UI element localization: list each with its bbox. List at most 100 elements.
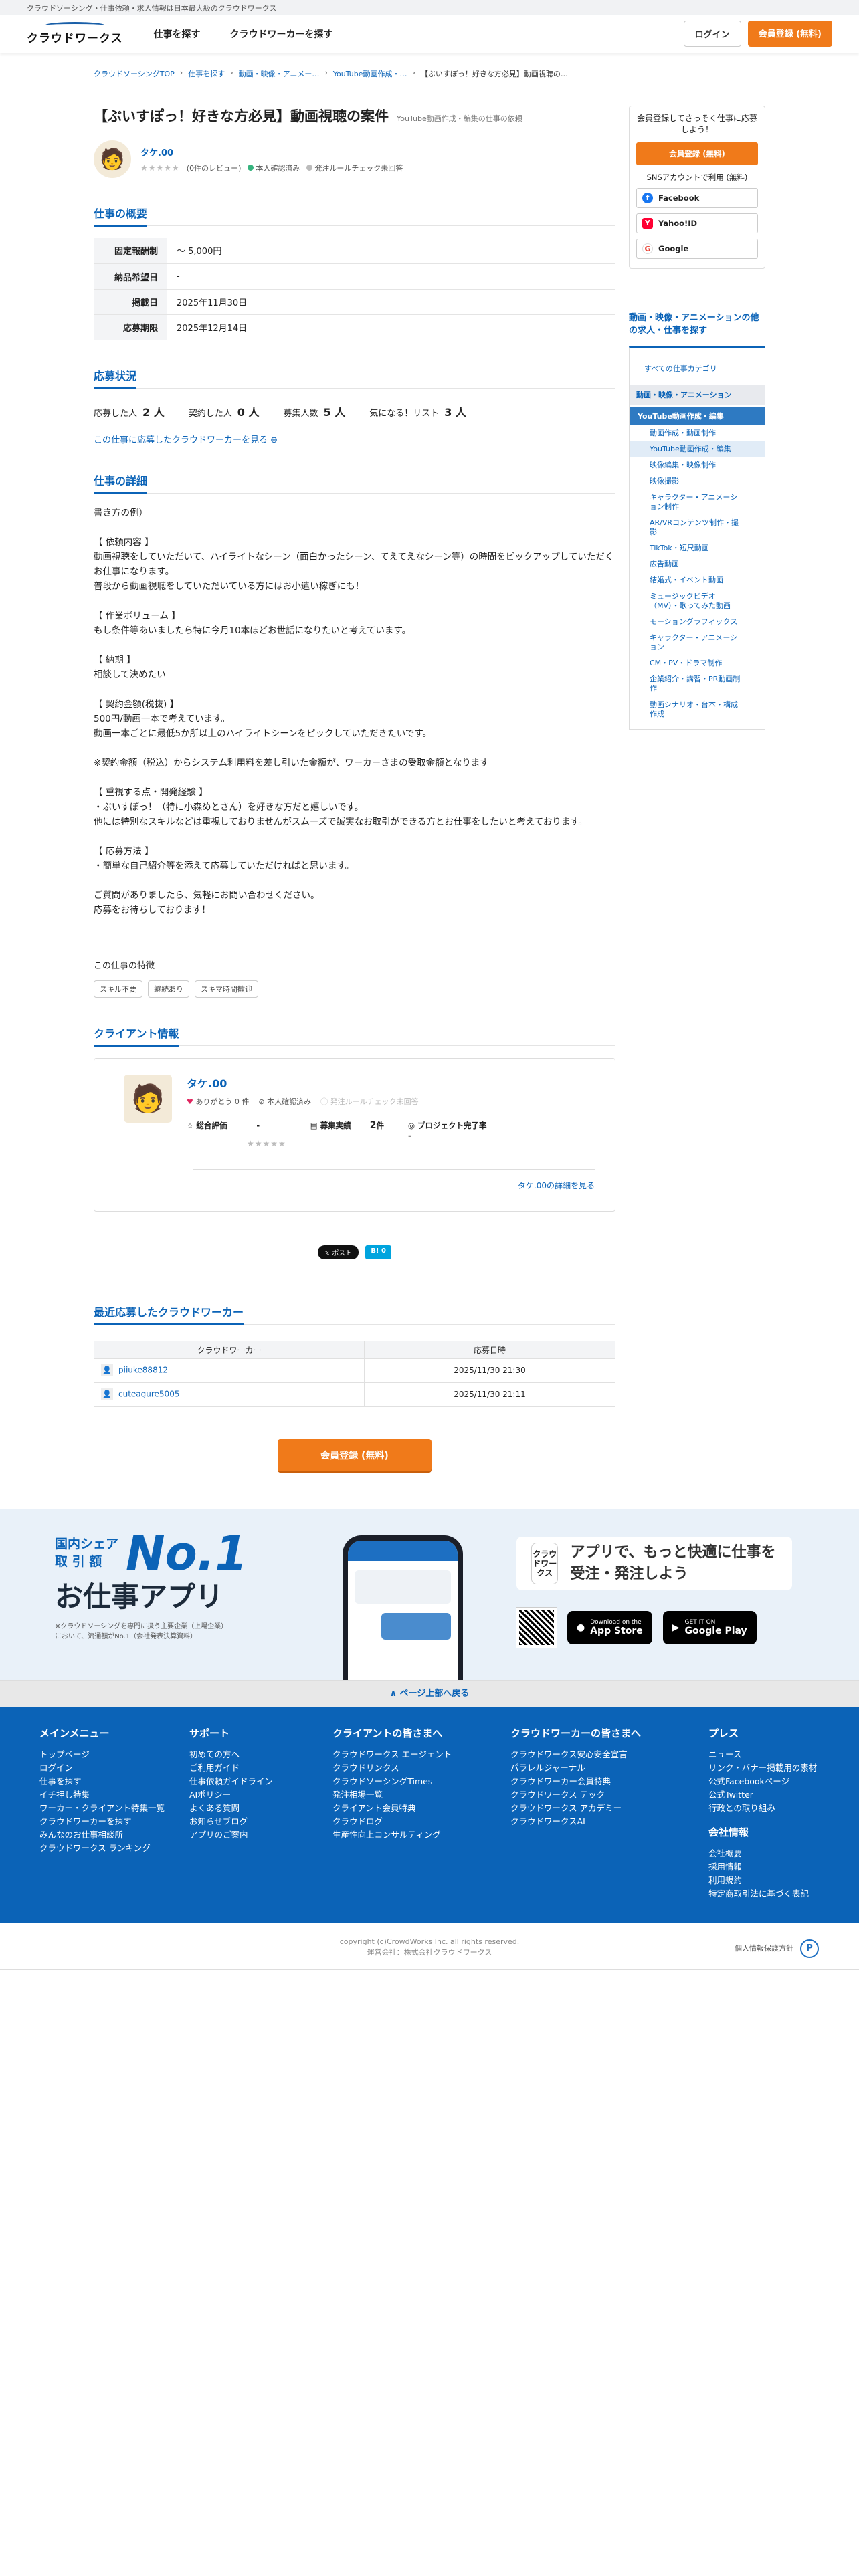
google-play-button[interactable]: ▶ GET IT ON Google Play	[662, 1610, 757, 1644]
category-item[interactable]: キャラクター・アニメーション制作	[630, 490, 765, 515]
client-detail-link[interactable]: タケ.00の詳細を見る	[518, 1180, 595, 1191]
footer-link[interactable]: クラウドソーシングTimes	[332, 1775, 510, 1788]
footer-link[interactable]: 仕事依頼ガイドライン	[189, 1775, 332, 1788]
category-item-current[interactable]: YouTube動画作成・編集	[630, 441, 765, 457]
footer-link[interactable]: 仕事を探す	[39, 1775, 189, 1788]
footer-col-title: サポート	[189, 1727, 230, 1739]
footer-link[interactable]: ご利用ガイド	[189, 1761, 332, 1775]
category-item[interactable]: 動画シナリオ・台本・構成作成	[630, 697, 765, 722]
recent-heading-text: 最近応募したクラウドワーカー	[94, 1303, 244, 1325]
sidebar-register-button[interactable]: 会員登録 (無料)	[636, 142, 758, 165]
footer-link[interactable]: クラウドワークスAI	[510, 1815, 708, 1828]
view-applicants-link[interactable]: この仕事に応募したクラウドワーカーを見る ⊕	[94, 435, 278, 445]
footer-link[interactable]: クラウドワーカーを探す	[39, 1815, 189, 1828]
footer-link[interactable]: みんなのお仕事相談所	[39, 1828, 189, 1842]
record-stat-label: 募集実績	[320, 1120, 351, 1130]
verified-label: 本人確認済み	[256, 163, 300, 173]
detail-heading: 仕事の詳細	[94, 472, 615, 494]
applicant-link[interactable]: cuteagure5005	[118, 1390, 179, 1399]
footer-link[interactable]: 公式Twitter	[708, 1788, 829, 1802]
nav-find-workers[interactable]: クラウドワーカーを探す	[230, 27, 333, 41]
all-categories-link[interactable]: すべての仕事カテゴリ	[630, 363, 765, 374]
footer-link[interactable]: よくある質問	[189, 1802, 332, 1815]
register-button[interactable]: 会員登録 (無料)	[747, 21, 832, 47]
footer-link[interactable]: 利用規約	[708, 1874, 829, 1887]
footer-link[interactable]: イチ押し特集	[39, 1788, 189, 1802]
footer-link[interactable]: アプリのご案内	[189, 1828, 332, 1842]
footer-link[interactable]: クラウドワークス アカデミー	[510, 1802, 708, 1815]
client-avatar[interactable]: 🧑	[94, 140, 131, 178]
footer-link[interactable]: クラウドログ	[332, 1815, 510, 1828]
footer-col-title: クライアントの皆さまへ	[332, 1727, 443, 1739]
category-item[interactable]: 広告動画	[630, 556, 765, 572]
applicant-link[interactable]: piiuke88812	[118, 1366, 168, 1375]
login-button[interactable]: ログイン	[683, 21, 741, 47]
footer-link[interactable]: 初めての方へ	[189, 1748, 332, 1761]
google-login-button[interactable]: G Google	[636, 239, 758, 259]
footer-link[interactable]: トップページ	[39, 1748, 189, 1761]
privacy-link[interactable]: 個人情報保護方針	[735, 1943, 793, 1954]
footer-link[interactable]: クラウドワークス安心安全宣言	[510, 1748, 708, 1761]
category-item[interactable]: ミュージックビデオ（MV）・歌ってみた動画	[630, 588, 765, 614]
footer-link[interactable]: AIポリシー	[189, 1788, 332, 1802]
category-item[interactable]: モーショングラフィックス	[630, 614, 765, 630]
footer-link[interactable]: パラレルジャーナル	[510, 1761, 708, 1775]
footer-link[interactable]: 行政との取り組み	[708, 1802, 829, 1815]
category-item[interactable]: TikTok・短尺動画	[630, 540, 765, 556]
category-item[interactable]: AR/VRコンテンツ制作・撮影	[630, 515, 765, 540]
footer-link[interactable]: 発注相場一覧	[332, 1788, 510, 1802]
breadcrumb-jobs[interactable]: 仕事を探す	[188, 68, 225, 79]
footer-link[interactable]: お知らせブログ	[189, 1815, 332, 1828]
overview-heading: 仕事の概要	[94, 205, 615, 227]
category-item[interactable]: CM・PV・ドラマ制作	[630, 655, 765, 671]
app-store-button[interactable]: ● Download on the App Store	[567, 1610, 652, 1644]
footer-link[interactable]: 会社概要	[708, 1847, 829, 1860]
client-card: 🧑 タケ.00 ♥ ありがとう 0 件 ⊘ 本人確認済み ⓘ 発注ルールチェック…	[94, 1057, 615, 1212]
facebook-login-button[interactable]: f Facebook	[636, 188, 758, 208]
client-info-heading-text: クライアント情報	[94, 1025, 179, 1047]
category-item[interactable]: 映像撮影	[630, 473, 765, 490]
client-card-name[interactable]: タケ.00	[187, 1075, 488, 1091]
footer-link[interactable]: クラウドワークス ランキング	[39, 1842, 189, 1855]
footer-col-main: メインメニュー トップページ ログイン 仕事を探す イチ押し特集 ワーカー・クラ…	[11, 1727, 189, 1901]
logo[interactable]: クラウドワークス	[27, 22, 123, 45]
table-row: 納品希望日 -	[94, 263, 615, 290]
x-post-button[interactable]: 𝕏 ポスト	[318, 1245, 359, 1259]
footer-link[interactable]: クラウドワークス エージェント	[332, 1748, 510, 1761]
yahoo-login-button[interactable]: Y Yahoo!ID	[636, 213, 758, 233]
category-item[interactable]: 映像編集・映像制作	[630, 457, 765, 473]
category-selected[interactable]: YouTube動画作成・編集	[630, 407, 765, 425]
breadcrumb-video[interactable]: 動画・映像・アニメー…	[239, 68, 320, 79]
footer-link[interactable]: クラウドワーカー会員特典	[510, 1775, 708, 1788]
bottom-register-button[interactable]: 会員登録 (無料)	[278, 1438, 432, 1471]
stat-label: 気になる！リスト	[369, 408, 440, 419]
footer-link[interactable]: 公式Facebookページ	[708, 1775, 829, 1788]
stat-contracted: 契約した人 0 人	[189, 403, 260, 419]
breadcrumb-top[interactable]: クラウドソーシングTOP	[94, 68, 175, 79]
feature-tag: 継続あり	[148, 980, 189, 998]
back-to-top-link[interactable]: ∧ ページ上部へ戻る	[0, 1679, 859, 1707]
footer-link[interactable]: 生産性向上コンサルティング	[332, 1828, 510, 1842]
verified-badge: 本人確認済み	[248, 163, 300, 173]
footer-link[interactable]: リンク・バナー掲載用の素材	[708, 1761, 829, 1775]
footer-link[interactable]: クラウドリンクス	[332, 1761, 510, 1775]
category-item[interactable]: キャラクター・アニメーション	[630, 630, 765, 655]
footer-link[interactable]: クライアント会員特典	[332, 1802, 510, 1815]
category-item[interactable]: 企業紹介・講習・PR動画制作	[630, 671, 765, 697]
footer-link[interactable]: 特定商取引法に基づく表記	[708, 1887, 829, 1901]
client-name[interactable]: タケ.00	[140, 146, 403, 158]
category-item[interactable]: 結婚式・イベント動画	[630, 572, 765, 588]
footer-link[interactable]: ニュース	[708, 1748, 829, 1761]
hatena-bookmark-button[interactable]: B! 0	[365, 1245, 391, 1259]
category-item[interactable]: 動画作成・動画制作	[630, 425, 765, 441]
gplay-label: Google Play	[684, 1625, 747, 1636]
breadcrumb-youtube[interactable]: YouTube動画作成・…	[333, 68, 407, 79]
footer-link[interactable]: ログイン	[39, 1761, 189, 1775]
client-card-avatar[interactable]: 🧑	[124, 1074, 172, 1123]
footer-link[interactable]: 採用情報	[708, 1860, 829, 1874]
category-group[interactable]: 動画・映像・アニメーション	[630, 385, 765, 405]
client-info-heading: クライアント情報	[94, 1025, 615, 1047]
footer-link[interactable]: クラウドワークス テック	[510, 1788, 708, 1802]
footer-link[interactable]: ワーカー・クライアント特集一覧	[39, 1802, 189, 1815]
nav-find-jobs[interactable]: 仕事を探す	[154, 27, 201, 41]
